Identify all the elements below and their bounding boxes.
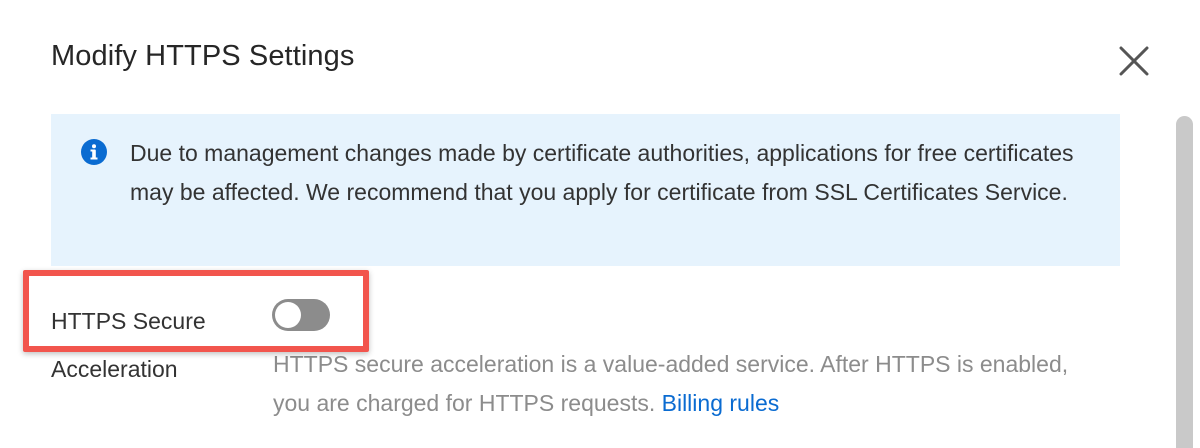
scrollbar-thumb[interactable] <box>1176 116 1193 448</box>
toggle-knob <box>275 302 301 328</box>
info-icon <box>81 139 107 165</box>
https-secure-acceleration-toggle[interactable] <box>272 299 330 331</box>
notice-text: Due to management changes made by certif… <box>130 140 1074 205</box>
dialog-title: Modify HTTPS Settings <box>51 40 355 72</box>
https-settings-dialog: Modify HTTPS Settings Due to management … <box>0 0 1200 448</box>
https-secure-label: HTTPS Secure <box>51 308 206 334</box>
info-notice: Due to management changes made by certif… <box>51 114 1120 266</box>
close-icon[interactable] <box>1114 41 1154 81</box>
https-secure-label-continued: Acceleration <box>51 356 178 382</box>
billing-rules-link[interactable]: Billing rules <box>662 390 780 416</box>
https-secure-description: HTTPS secure acceleration is a value-add… <box>273 345 1073 422</box>
